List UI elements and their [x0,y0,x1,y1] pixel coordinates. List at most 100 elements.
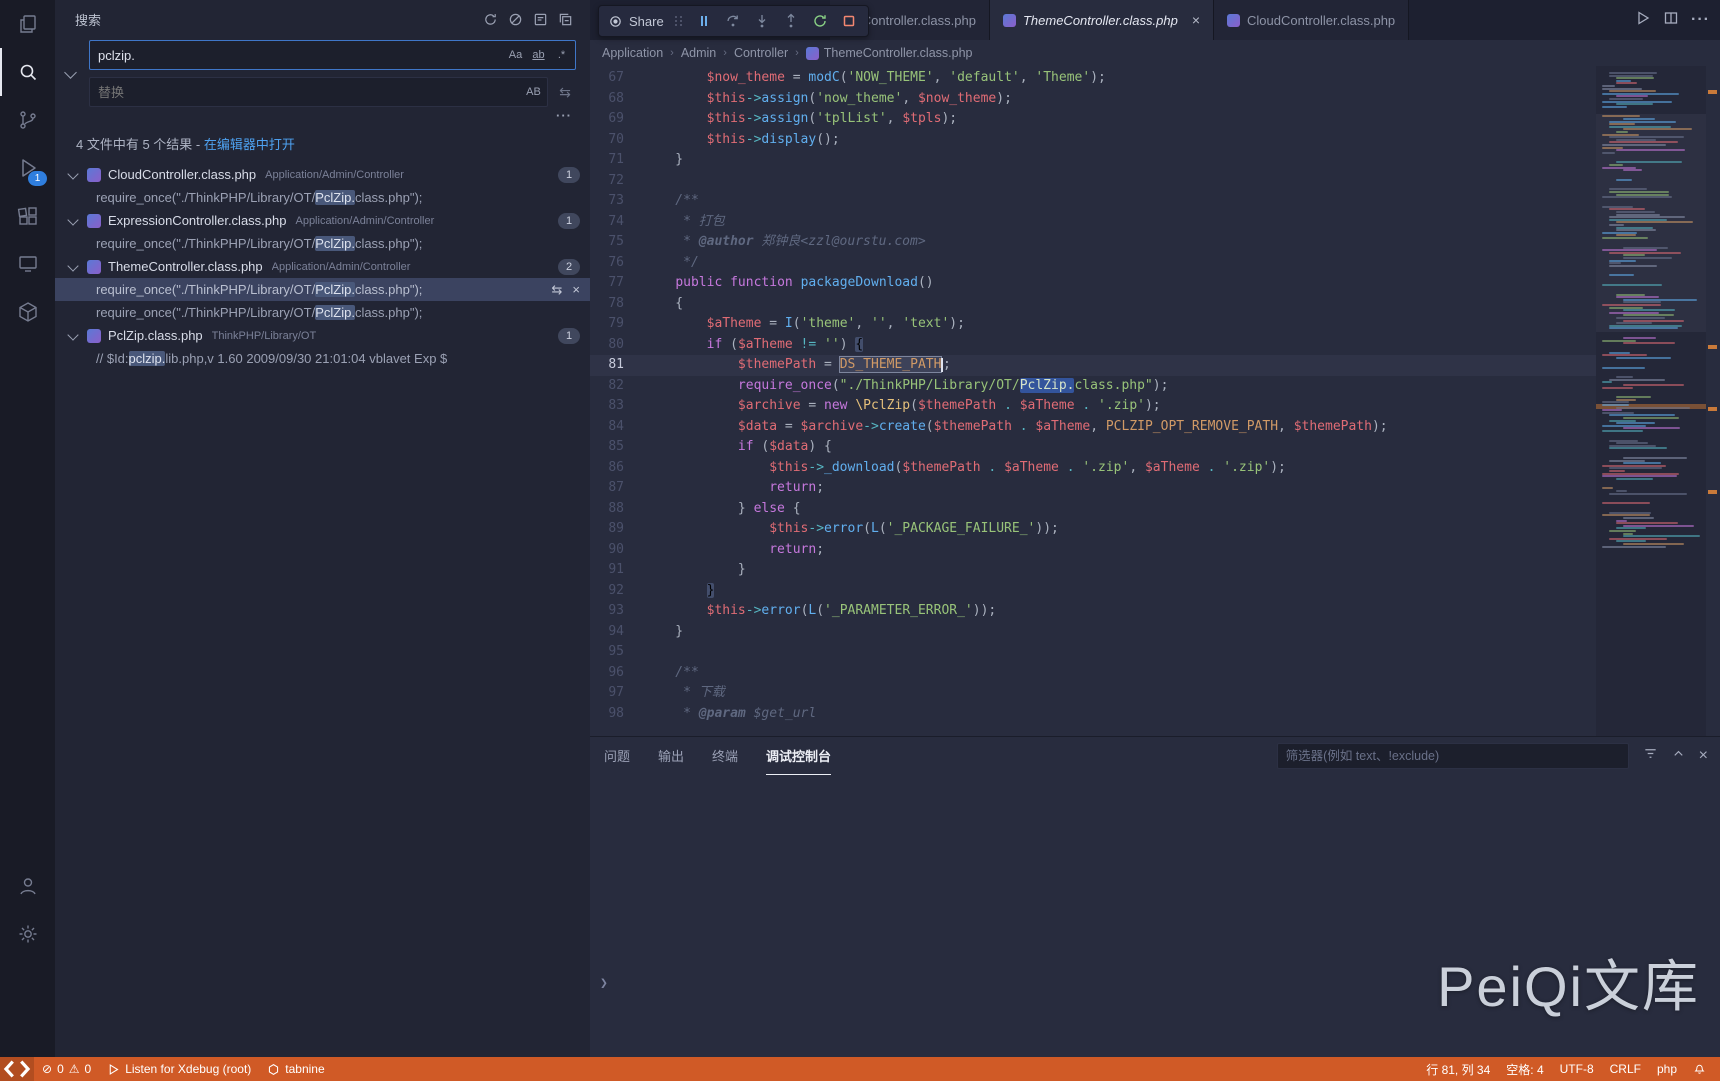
collapse-all-icon[interactable] [553,7,578,31]
code-line-92[interactable]: 92 } [590,581,1596,602]
maximize-panel-icon[interactable] [1671,746,1686,766]
preserve-case-icon[interactable]: AB [523,81,544,102]
search-file-row[interactable]: CloudController.class.phpApplication/Adm… [55,163,590,186]
code-line-89[interactable]: 89 $this->error(L('_PACKAGE_FAILURE_')); [590,519,1596,540]
replace-input[interactable] [89,77,548,107]
tab-terminal[interactable]: 终端 [712,737,738,775]
close-panel-icon[interactable]: × [1699,747,1708,765]
breadcrumb-item[interactable]: Controller [734,46,788,60]
code-line-74[interactable]: 74 * 打包 [590,212,1596,233]
debug-filter-input[interactable] [1277,743,1629,769]
code-line-94[interactable]: 94 } [590,622,1596,643]
debug-console-output[interactable]: ❯ [590,776,1720,1058]
language-status[interactable]: php [1649,1057,1685,1081]
breadcrumb-item-file[interactable]: ThemeController.class.php [806,46,973,60]
cursor-position[interactable]: 行 81, 列 34 [1418,1057,1498,1081]
source-control-icon[interactable] [0,96,55,144]
code-line-71[interactable]: 71 } [590,150,1596,171]
editor-scrollbar[interactable] [1706,66,1720,736]
problems-status[interactable]: ⊘0 ⚠0 [34,1057,99,1081]
clear-results-icon[interactable] [503,7,528,31]
code-line-81[interactable]: 81 $themePath = DS_THEME_PATH; [590,355,1596,376]
code-line-75[interactable]: 75 * @author 郑钟良<zzl@ourstu.com> [590,232,1596,253]
refresh-icon[interactable] [478,7,503,31]
debug-console-input[interactable]: ❯ [600,976,608,991]
filter-icon[interactable] [1643,746,1658,766]
code-line-69[interactable]: 69 $this->assign('tplList', $tpls); [590,109,1596,130]
code-line-72[interactable]: 72 [590,171,1596,192]
encoding-status[interactable]: UTF-8 [1552,1057,1602,1081]
search-match-row[interactable]: require_once("./ThinkPHP/Library/OT/PclZ… [55,278,590,301]
tab-themecontroller[interactable]: ThemeController.class.php × [990,0,1214,40]
search-icon[interactable] [0,48,55,96]
tab-debug-console[interactable]: 调试控制台 [766,737,831,775]
code-line-73[interactable]: 73 /** [590,191,1596,212]
step-over-icon[interactable] [723,11,743,31]
replace-icon[interactable]: ⇆ [552,282,563,298]
code-line-88[interactable]: 88 } else { [590,499,1596,520]
match-case-icon[interactable]: Aa [505,44,526,65]
remote-window-icon[interactable] [0,1057,34,1081]
code-line-77[interactable]: 77 public function packageDownload() [590,273,1596,294]
search-match-row[interactable]: require_once("./ThinkPHP/Library/OT/PclZ… [55,301,590,324]
breadcrumb-item[interactable]: Application [602,46,663,60]
code-line-83[interactable]: 83 $archive = new \PclZip($themePath . $… [590,396,1596,417]
code-line-78[interactable]: 78 { [590,294,1596,315]
code-line-93[interactable]: 93 $this->error(L('_PARAMETER_ERROR_')); [590,601,1596,622]
search-file-row[interactable]: PclZip.class.phpThinkPHP/Library/OT1 [55,324,590,347]
settings-gear-icon[interactable] [0,910,55,958]
regex-icon[interactable]: .* [551,44,572,65]
step-out-icon[interactable] [781,11,801,31]
search-match-row[interactable]: // $Id: pclzip.lib.php,v 1.60 2009/09/30… [55,347,590,370]
search-input[interactable] [89,40,576,70]
dismiss-icon[interactable]: × [572,282,580,297]
code-line-76[interactable]: 76 */ [590,253,1596,274]
share-button[interactable]: Share [608,14,664,29]
close-icon[interactable]: × [1192,13,1200,27]
code-line-87[interactable]: 87 return; [590,478,1596,499]
new-search-editor-icon[interactable] [528,7,553,31]
toolbar-drag-handle[interactable] [675,16,683,26]
tabnine-status[interactable]: tabnine [259,1057,332,1081]
search-match-row[interactable]: require_once("./ThinkPHP/Library/OT/PclZ… [55,232,590,255]
breadcrumb-item[interactable]: Admin [681,46,716,60]
open-in-editor-link[interactable]: 在编辑器中打开 [204,137,295,152]
notifications-bell-icon[interactable] [1685,1057,1714,1081]
indentation-status[interactable]: 空格: 4 [1498,1057,1551,1081]
code-line-82[interactable]: 82 require_once("./ThinkPHP/Library/OT/P… [590,376,1596,397]
tab-output[interactable]: 输出 [658,737,684,775]
code-line-97[interactable]: 97 * 下载 [590,683,1596,704]
extensions-icon[interactable] [0,192,55,240]
pause-icon[interactable] [694,11,714,31]
code-line-95[interactable]: 95 [590,642,1596,663]
code-line-90[interactable]: 90 return; [590,540,1596,561]
restart-icon[interactable] [810,11,830,31]
search-file-row[interactable]: ExpressionController.class.phpApplicatio… [55,209,590,232]
xdebug-status[interactable]: Listen for Xdebug (root) [99,1057,259,1081]
tab-cloudcontroller[interactable]: CloudController.class.php [1214,0,1409,40]
code-line-91[interactable]: 91 } [590,560,1596,581]
code-line-85[interactable]: 85 if ($data) { [590,437,1596,458]
minimap[interactable] [1596,66,1706,736]
code-line-84[interactable]: 84 $data = $archive->create($themePath .… [590,417,1596,438]
eol-status[interactable]: CRLF [1602,1057,1649,1081]
code-line-67[interactable]: 67 $now_theme = modC('NOW_THEME', 'defau… [590,68,1596,89]
split-editor-icon[interactable] [1663,10,1679,31]
code-line-79[interactable]: 79 $aTheme = I('theme', '', 'text'); [590,314,1596,335]
run-or-debug-icon[interactable] [1635,10,1651,31]
code-line-70[interactable]: 70 $this->display(); [590,130,1596,151]
code-line-80[interactable]: 80 if ($aTheme != '') { [590,335,1596,356]
search-match-row[interactable]: require_once("./ThinkPHP/Library/OT/PclZ… [55,186,590,209]
remote-explorer-icon[interactable] [0,240,55,288]
stop-icon[interactable] [839,11,859,31]
account-icon[interactable] [0,862,55,910]
toggle-replace-icon[interactable] [64,66,77,79]
search-details-icon[interactable]: ··· [89,107,576,123]
code-line-98[interactable]: 98 * @param $get_url [590,704,1596,725]
code-line-86[interactable]: 86 $this->_download($themePath . $aTheme… [590,458,1596,479]
replace-all-icon[interactable]: ⇆ [554,81,576,103]
package-icon[interactable] [0,288,55,336]
step-into-icon[interactable] [752,11,772,31]
more-actions-icon[interactable]: ··· [1691,11,1710,29]
tab-problems[interactable]: 问题 [604,737,630,775]
